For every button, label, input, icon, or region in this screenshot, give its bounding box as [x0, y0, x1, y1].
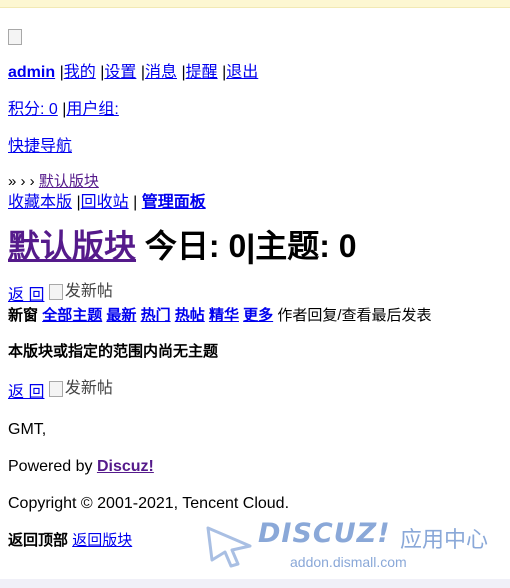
new-post-button[interactable]: 发新帖: [48, 282, 113, 302]
forum-name-link[interactable]: 默认版块: [8, 228, 136, 264]
separator: |: [133, 194, 142, 211]
breadcrumb: » › › 默认版块: [8, 172, 503, 192]
filter-hot-posts[interactable]: 热帖: [175, 307, 205, 324]
quick-nav-link[interactable]: 快捷导航: [8, 138, 72, 155]
powered-by-row: Powered by Discuz!: [8, 457, 503, 477]
broken-image-icon: [48, 284, 63, 300]
author-reply-label: 作者回复/查看最后发表: [277, 307, 432, 324]
breadcrumb-separators: » › ›: [8, 173, 39, 190]
new-post-alt-text: 发新帖: [64, 283, 113, 300]
favorite-forum-link[interactable]: 收藏本版: [8, 194, 72, 211]
logout-link[interactable]: 退出: [226, 64, 258, 81]
points-link[interactable]: 积分: 0: [8, 101, 58, 118]
my-link[interactable]: 我的: [64, 64, 96, 81]
forum-title-row: 默认版块 今日: 0|主题: 0: [8, 226, 503, 266]
watermark-app-center: 应用中心: [400, 528, 489, 553]
filter-all-threads[interactable]: 全部主题: [42, 307, 102, 324]
cursor-arrow-icon: [206, 526, 252, 568]
forum-toolbar-top: 返 回 发新帖: [8, 282, 503, 306]
filter-more[interactable]: 更多: [243, 307, 273, 324]
admin-panel-link[interactable]: 管理面板: [142, 194, 206, 211]
discuz-link[interactable]: Discuz!: [97, 458, 154, 475]
new-post-button-bottom[interactable]: 发新帖: [48, 379, 113, 399]
discuz-watermark: DISCUZ! 应用中心 addon.dismall.com: [204, 518, 494, 578]
forum-actions-row: 收藏本版 |回收站 | 管理面板: [8, 192, 503, 214]
back-link[interactable]: 返 回: [8, 287, 44, 304]
username-link[interactable]: admin: [8, 64, 55, 81]
breadcrumb-current-forum[interactable]: 默认版块: [39, 173, 99, 190]
notifications-link[interactable]: 提醒: [186, 64, 218, 81]
watermark-url: addon.dismall.com: [290, 554, 407, 570]
watermark-brand: DISCUZ!: [258, 518, 391, 549]
copyright-text: Copyright © 2001-2021, Tencent Cloud.: [8, 495, 290, 512]
page-content: admin |我的 |设置 |消息 |提醒 |退出 积分: 0 |用户组: 快捷…: [8, 28, 503, 551]
filter-hot[interactable]: 热门: [141, 307, 171, 324]
usergroup-link[interactable]: 用户组:: [66, 101, 118, 118]
filter-latest[interactable]: 最新: [106, 307, 136, 324]
thread-filter-row: 新窗 全部主题 最新 热门 热帖 精华 更多 作者回复/查看最后发表: [8, 306, 503, 326]
filter-digest[interactable]: 精华: [209, 307, 239, 324]
back-to-forum-link[interactable]: 返回版块: [72, 532, 132, 549]
messages-link[interactable]: 消息: [145, 64, 177, 81]
powered-by-label: Powered by: [8, 458, 97, 475]
logo-broken-image[interactable]: [8, 28, 503, 46]
back-to-top-button[interactable]: 返回顶部: [8, 532, 68, 549]
top-banner-strip: [0, 0, 510, 8]
new-window-label[interactable]: 新窗: [8, 307, 38, 324]
bottom-strip: [0, 579, 510, 588]
empty-threads-message: 本版块或指定的范围内尚无主题: [8, 343, 219, 360]
recycle-bin-link[interactable]: 回收站: [81, 194, 129, 211]
settings-link[interactable]: 设置: [104, 64, 136, 81]
broken-image-icon: [48, 381, 63, 397]
timezone-text: GMT,: [8, 421, 47, 438]
back-link-bottom[interactable]: 返 回: [8, 384, 44, 401]
user-links-row: admin |我的 |设置 |消息 |提醒 |退出: [8, 62, 503, 84]
quick-nav-row: 快捷导航: [8, 136, 503, 158]
forum-stats: 今日: 0|主题: 0: [136, 228, 357, 264]
broken-image-icon: [8, 28, 22, 45]
user-stats-row: 积分: 0 |用户组:: [8, 99, 503, 121]
new-post-alt-text: 发新帖: [64, 380, 113, 397]
forum-toolbar-bottom: 返 回 发新帖: [8, 379, 503, 403]
